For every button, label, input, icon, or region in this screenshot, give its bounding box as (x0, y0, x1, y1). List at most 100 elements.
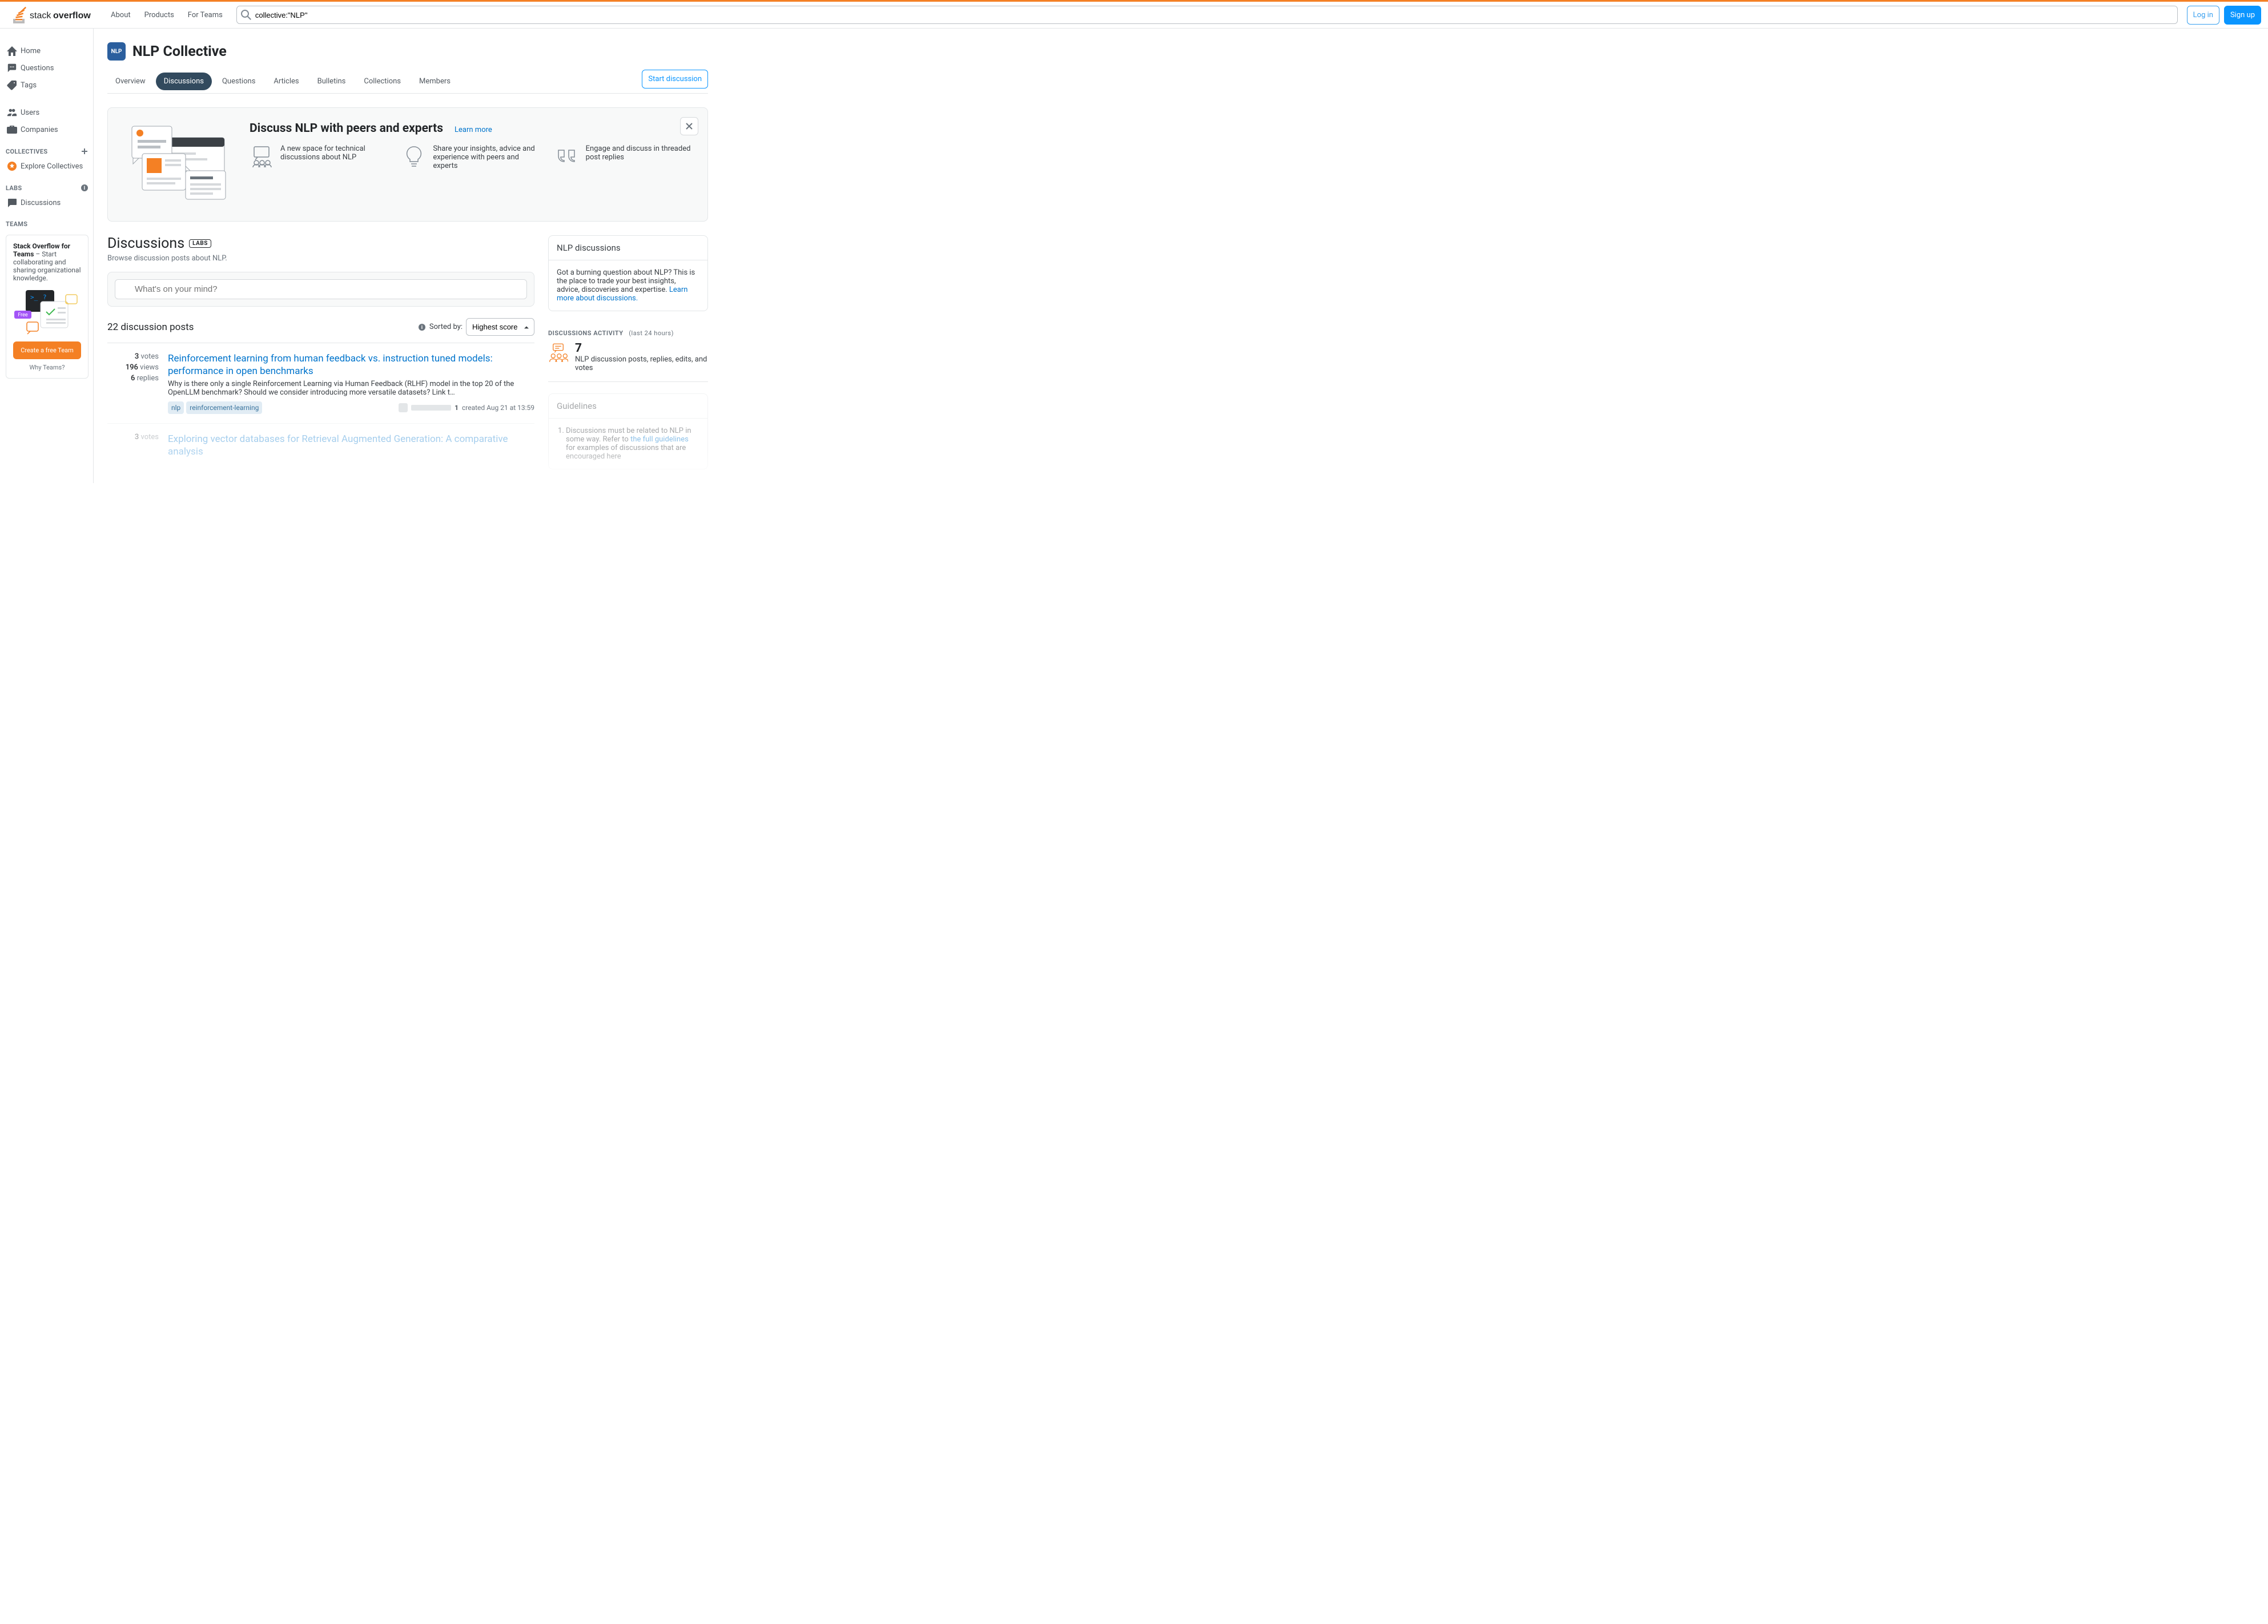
activity-heading: Discussions Activity (548, 329, 624, 337)
feature-3-text: Engage and discuss in threaded post repl… (586, 144, 694, 170)
signup-button[interactable]: Sign up (2224, 6, 2261, 25)
compose-box (107, 272, 534, 307)
plus-icon[interactable] (81, 147, 89, 155)
right-sidebar: NLP discussions Got a burning question a… (548, 235, 708, 469)
tag-icon (7, 80, 17, 90)
nav-heading-teams: Teams (0, 211, 93, 230)
nav-users-label: Users (21, 108, 39, 117)
tag[interactable]: reinforcement-learning (186, 401, 262, 414)
nlp-discussions-card: NLP discussions Got a burning question a… (548, 235, 708, 311)
svg-text:>_: >_ (30, 294, 38, 301)
chat-bubble-icon (7, 63, 17, 73)
guideline-item: Discussions must be related to NLP in so… (566, 427, 699, 461)
tab-overview[interactable]: Overview (107, 73, 154, 90)
topnav-products[interactable]: Products (138, 7, 181, 23)
lightbulb-icon (402, 144, 426, 168)
post-title-link[interactable]: Exploring vector databases for Retrieval… (168, 433, 534, 458)
post-user-meta: 1 created Aug 21 at 13:59 (399, 403, 534, 412)
main-content: NLP NLP Collective Overview Discussions … (94, 29, 722, 483)
collective-tabs: Overview Discussions Questions Articles … (107, 73, 642, 90)
discussion-post: 3 votes Exploring vector databases for R… (107, 423, 534, 469)
post-count: 22 discussion posts (107, 321, 194, 333)
svg-text:i: i (421, 325, 423, 331)
star-burst-icon (7, 161, 17, 171)
nav-home[interactable]: Home (2, 42, 93, 59)
search-input[interactable] (236, 6, 2178, 24)
sort-select[interactable]: Highest score (466, 318, 534, 336)
login-button[interactable]: Log in (2187, 6, 2219, 25)
discussions-header: Discussions LABS Browse discussion posts… (107, 235, 534, 263)
tab-articles[interactable]: Articles (266, 73, 307, 90)
info-icon[interactable]: i (81, 184, 89, 192)
banner-close-button[interactable] (680, 117, 698, 135)
discussions-sub: Browse discussion posts about NLP. (107, 254, 534, 263)
create-team-button[interactable]: Create a free Team (13, 341, 81, 359)
post-timestamp: created Aug 21 at 13:59 (462, 404, 534, 412)
tab-collections[interactable]: Collections (356, 73, 409, 90)
user-rep: 1 (455, 404, 459, 412)
post-title-link[interactable]: Reinforcement learning from human feedba… (168, 352, 534, 377)
svg-text:overflow: overflow (53, 11, 91, 21)
nav-heading-collectives: Collectives (0, 138, 93, 158)
nav-discussions-label: Discussions (21, 199, 61, 207)
topnav-about[interactable]: About (104, 7, 138, 23)
start-discussion-button[interactable]: Start discussion (642, 70, 708, 89)
tab-bulletins[interactable]: Bulletins (309, 73, 354, 90)
feature-3: Engage and discuss in threaded post repl… (555, 144, 694, 170)
topnav: About Products For Teams (104, 7, 230, 23)
list-controls: 22 discussion posts i Sorted by: Highest… (107, 318, 534, 336)
discussions-heading: Discussions (107, 235, 184, 252)
page-title: NLP Collective (132, 43, 227, 60)
logo[interactable]: stack overflow (7, 2, 102, 28)
intro-banner: Discuss NLP with peers and experts Learn… (107, 107, 708, 222)
speech-icon (7, 198, 17, 208)
activity-description: NLP discussion posts, replies, edits, an… (575, 355, 708, 372)
banner-illustration (122, 122, 236, 207)
activity-sub: (last 24 hours) (629, 329, 674, 337)
users-icon (7, 107, 17, 118)
info-icon[interactable]: i (418, 323, 426, 331)
feature-1: A new space for technical discussions ab… (250, 144, 388, 170)
tag[interactable]: nlp (168, 401, 184, 414)
labs-badge: LABS (189, 239, 211, 248)
nav-home-label: Home (21, 47, 41, 55)
nav-users[interactable]: Users (2, 104, 93, 121)
nav-discussions[interactable]: Discussions (2, 194, 93, 211)
compose-input[interactable] (115, 279, 527, 299)
topnav-for-teams[interactable]: For Teams (181, 7, 230, 23)
user-avatar[interactable] (399, 403, 408, 412)
left-sidebar: Home Questions Tags Users Companies Coll… (0, 29, 94, 483)
nav-companies[interactable]: Companies (2, 121, 93, 138)
people-icon (250, 144, 274, 168)
tab-discussions[interactable]: Discussions (156, 73, 212, 90)
activity-number: 7 (575, 341, 708, 355)
full-guidelines-link[interactable]: the full guidelines (630, 435, 689, 444)
why-teams-link[interactable]: Why Teams? (13, 364, 81, 371)
activity-section: Discussions Activity (last 24 hours) (548, 323, 708, 382)
teams-card: Stack Overflow for Teams – Start collabo… (6, 235, 89, 379)
card-header: NLP discussions (549, 236, 707, 260)
quotes-icon (555, 144, 579, 168)
search-icon (241, 10, 251, 20)
nav-questions[interactable]: Questions (2, 59, 93, 77)
tab-questions[interactable]: Questions (214, 73, 263, 90)
svg-text:?: ? (43, 294, 47, 301)
home-icon (7, 46, 17, 56)
user-name[interactable] (411, 405, 451, 411)
feature-2-text: Share your insights, advice and experien… (433, 144, 541, 170)
topbar: stack overflow About Products For Teams … (0, 0, 2268, 29)
nav-tags[interactable]: Tags (2, 77, 93, 94)
nav-explore-collectives[interactable]: Explore Collectives (2, 158, 93, 175)
discussion-post: 3 votes 196 views 6 replies Reinforcemen… (107, 343, 534, 423)
svg-text:i: i (84, 186, 86, 191)
banner-learn-more-link[interactable]: Learn more (455, 126, 492, 134)
nav-questions-label: Questions (21, 64, 54, 73)
nav-heading-labs: Labs i (0, 175, 93, 194)
tab-members[interactable]: Members (411, 73, 459, 90)
sorted-by-label: Sorted by: (429, 323, 463, 331)
nav-tags-label: Tags (21, 81, 37, 90)
nav-explore-label: Explore Collectives (21, 162, 83, 171)
teams-illustration: >_ ? Free (13, 289, 82, 335)
svg-text:stack: stack (30, 11, 51, 21)
sort-control: i Sorted by: Highest score (418, 318, 534, 336)
